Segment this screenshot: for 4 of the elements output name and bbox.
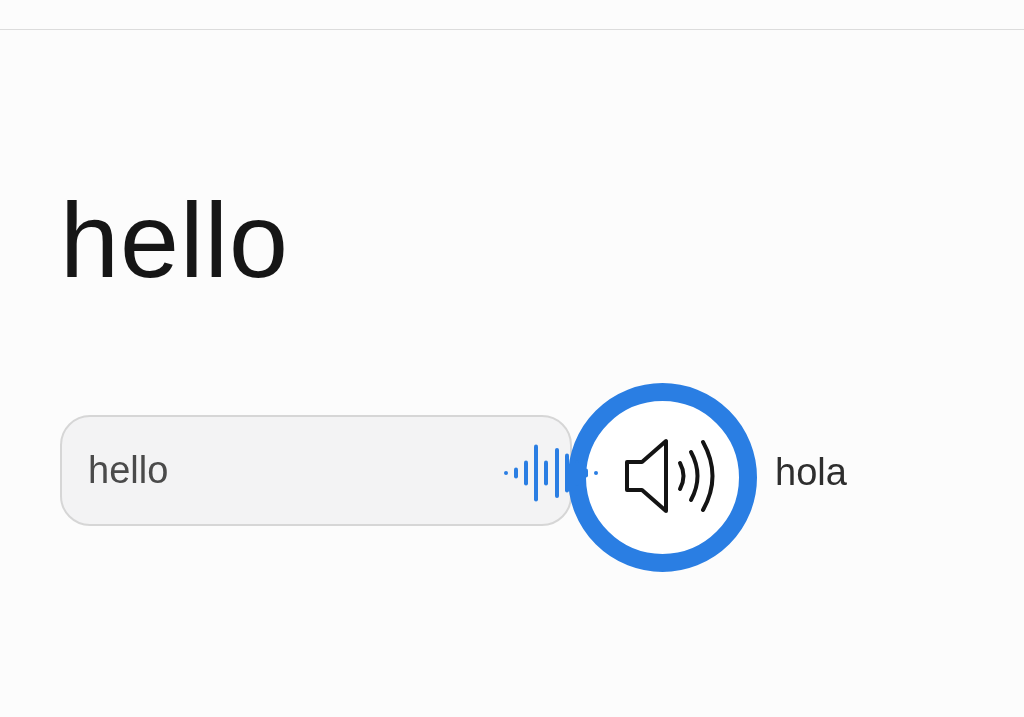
translation-text: hola [775, 451, 847, 494]
waveform-icon [502, 443, 600, 503]
input-field[interactable]: hello [60, 415, 572, 526]
word-heading: hello [60, 187, 289, 293]
